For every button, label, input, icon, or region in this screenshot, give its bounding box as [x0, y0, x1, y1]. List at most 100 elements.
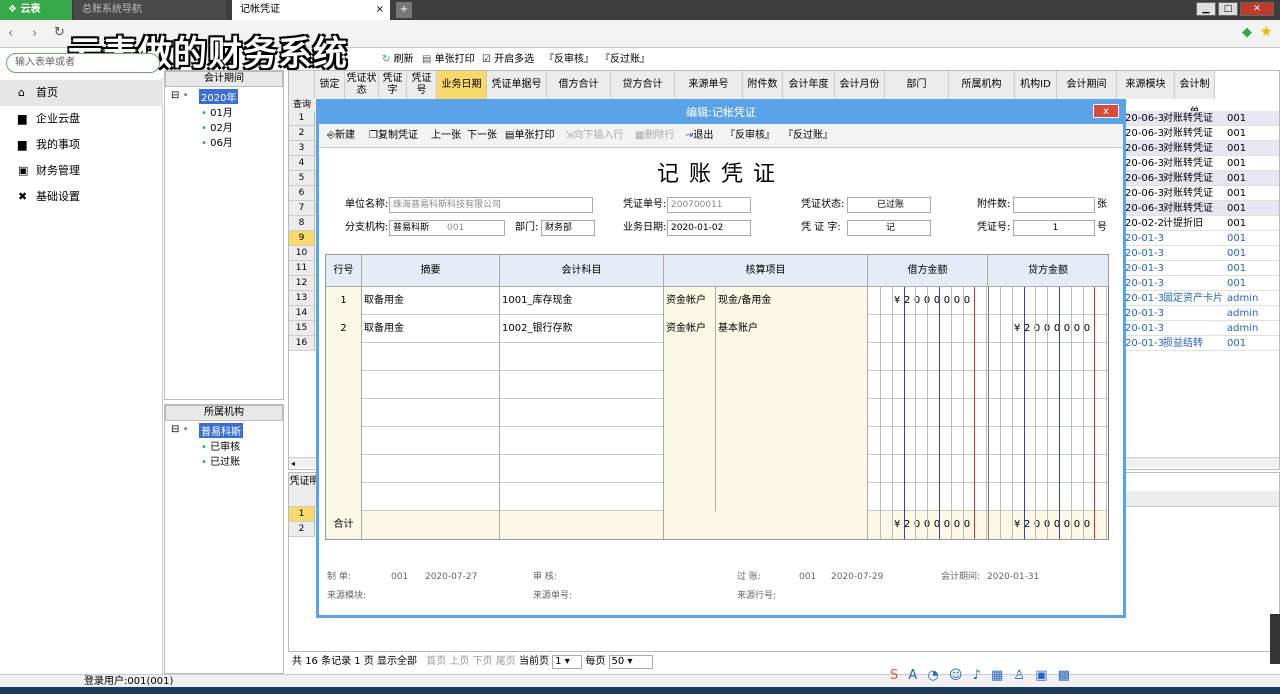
entry-row[interactable] [326, 455, 1108, 483]
tab-voucher[interactable]: 记帐凭证 × [232, 0, 390, 20]
cell-item[interactable] [716, 427, 868, 455]
window-close-icon[interactable]: ✕ [1240, 2, 1274, 16]
row-number[interactable]: 3 [289, 141, 315, 156]
cell-item[interactable] [716, 343, 868, 371]
brand-tab[interactable]: ❖ 云表 [0, 0, 72, 20]
grid-col-header[interactable]: 贷方合计 [611, 71, 675, 99]
grid-col-header[interactable]: 凭证号 [407, 71, 437, 99]
detail-row-number[interactable]: 1 [289, 507, 315, 522]
cell-account[interactable] [500, 371, 664, 399]
sidebar-item-my-tasks[interactable]: ▆ 我的事项 [0, 132, 163, 158]
side-scroll-handle[interactable] [1270, 614, 1280, 664]
cell-row-no[interactable]: 1 [326, 287, 362, 315]
cell-account[interactable] [500, 483, 664, 511]
detail-row-number[interactable]: 2 [289, 522, 315, 537]
sidebar-item-cloud-disk[interactable]: ▆ 企业云盘 [0, 106, 163, 132]
dialog-close-button[interactable]: x [1093, 104, 1119, 118]
first-page-button[interactable]: 首页 [426, 656, 446, 667]
voucher-word-field[interactable]: 记 [847, 220, 931, 236]
grid-col-header[interactable]: 凭证单据号 [487, 71, 547, 99]
cell-summary[interactable]: 取备用金 [362, 287, 500, 315]
cell-summary[interactable]: 取备用金 [362, 315, 500, 343]
cell-item-type[interactable] [664, 427, 716, 455]
cell-row-no[interactable] [326, 483, 362, 511]
row-number[interactable]: 15 [289, 321, 315, 336]
delete-row-button[interactable]: ▦删除行 [635, 128, 674, 144]
grid-col-header[interactable]: 来源单号 [675, 71, 743, 99]
cell-item[interactable] [716, 483, 868, 511]
prev-page-button[interactable]: 上页 [449, 656, 469, 667]
date-field[interactable]: 2020-01-02 [667, 220, 751, 236]
cell-summary[interactable] [362, 343, 500, 371]
grid-col-header[interactable]: 锁定 [315, 71, 345, 99]
dialog-unaudit-button[interactable]: 『反审核』 [725, 128, 775, 144]
cell-account[interactable]: 1002_银行存款 [500, 315, 664, 343]
star-icon[interactable]: ★ [1260, 24, 1273, 40]
cell-item-type[interactable]: 资金帐户 [664, 287, 716, 315]
ime-icons[interactable]: A ◔ ☺ ♪ ▦ ♙ ▣ ▩ [908, 668, 1073, 683]
cell-summary[interactable] [362, 371, 500, 399]
unit-field[interactable]: 珠海普易科斯科技有限公司 [389, 197, 593, 213]
tree-node-month[interactable]: • 01月 [201, 104, 233, 119]
cell-summary[interactable] [362, 427, 500, 455]
cell-item[interactable] [716, 455, 868, 483]
row-number[interactable]: 13 [289, 291, 315, 306]
cell-item[interactable] [716, 371, 868, 399]
minimize-icon[interactable]: ▁ [1196, 2, 1216, 16]
row-number[interactable]: 6 [289, 186, 315, 201]
row-number[interactable]: 12 [289, 276, 315, 291]
cell-row-no[interactable] [326, 343, 362, 371]
cell-row-no[interactable] [326, 399, 362, 427]
row-number[interactable]: 4 [289, 156, 315, 171]
dept-field[interactable]: 财务部 [541, 220, 595, 236]
cell-row-no[interactable]: 2 [326, 315, 362, 343]
branch-field[interactable]: 普易科斯 001 [389, 220, 505, 236]
print-button[interactable]: ▤ 单张打印 [422, 52, 475, 68]
row-number[interactable]: 8 [289, 216, 315, 231]
close-tab-icon[interactable]: × [376, 0, 384, 20]
cell-account[interactable] [500, 455, 664, 483]
grid-col-header[interactable]: 部门 [885, 71, 949, 99]
refresh-button[interactable]: ↻ 刷新 [382, 52, 414, 68]
prev-voucher-button[interactable]: 上一张 [431, 128, 461, 144]
cell-item-type[interactable]: 资金帐户 [664, 315, 716, 343]
voucher-num-field[interactable]: 1 [1013, 220, 1095, 236]
ime-s-icon[interactable]: S [890, 668, 901, 683]
cell-summary[interactable] [362, 455, 500, 483]
last-page-button[interactable]: 尾页 [496, 656, 516, 667]
print-voucher-button[interactable]: ▤单张打印 [505, 128, 554, 144]
next-page-button[interactable]: 下页 [473, 656, 493, 667]
grid-col-header[interactable]: 会计月份 [835, 71, 885, 99]
row-number[interactable]: 16 [289, 336, 315, 351]
row-number[interactable]: 10 [289, 246, 315, 261]
search-input[interactable]: 输入表单或者 [6, 53, 160, 73]
tree-node-year[interactable]: 2020年 [199, 89, 239, 104]
green-diamond-icon[interactable]: ◆ [1242, 25, 1252, 40]
tree-node-audited[interactable]: • 已审核 [201, 438, 240, 453]
back-icon[interactable]: ‹ [8, 26, 13, 41]
tree-node-posted[interactable]: • 已过账 [201, 453, 240, 468]
grid-col-header[interactable]: 业务日期 [437, 71, 487, 99]
row-number[interactable]: 9 [289, 231, 315, 246]
cell-row-no[interactable] [326, 455, 362, 483]
exit-button[interactable]: ⇥退出 [685, 128, 713, 144]
per-page-select[interactable]: 50 ▾ [608, 655, 653, 669]
grid-col-header[interactable]: 所属机构 [949, 71, 1015, 99]
entry-row[interactable]: 2 取备用金 1002_银行存款 资金帐户 基本账户 ¥2000000 [326, 315, 1108, 343]
next-voucher-button[interactable]: 下一张 [467, 128, 497, 144]
cell-item[interactable]: 现金/备用金 [716, 287, 868, 315]
entry-row[interactable]: 1 取备用金 1001_库存现金 资金帐户 现金/备用金 ¥2000000 [326, 287, 1108, 315]
cell-item-type[interactable] [664, 371, 716, 399]
dialog-unpost-button[interactable]: 『反过账』 [783, 128, 833, 144]
sidebar-item-settings[interactable]: ✖ 基础设置 [0, 184, 163, 210]
voucher-state-field[interactable]: 已过账 [847, 197, 931, 213]
grid-col-header[interactable]: 机构ID [1015, 71, 1057, 99]
forward-icon[interactable]: › [32, 26, 37, 41]
cell-item-type[interactable] [664, 343, 716, 371]
voucher-no-field[interactable]: 200700011 [667, 197, 751, 213]
scroll-left-icon[interactable]: ◂ [289, 459, 295, 468]
grid-col-header[interactable]: 会计制单 [1175, 71, 1215, 118]
unaudit-button[interactable]: 『反审核』 [544, 52, 594, 68]
row-number[interactable]: 14 [289, 306, 315, 321]
entry-row[interactable] [326, 427, 1108, 455]
